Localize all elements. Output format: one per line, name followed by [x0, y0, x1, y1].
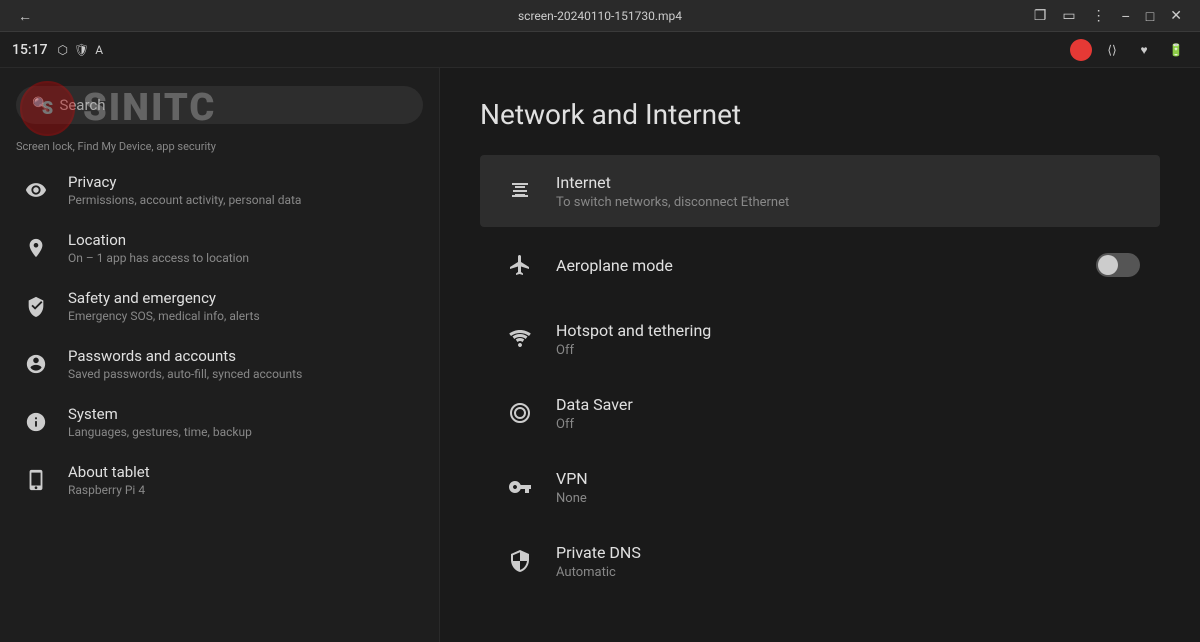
safety-icon	[20, 290, 52, 322]
safety-title: Safety and emergency	[68, 289, 260, 307]
aeroplane-icon	[500, 245, 540, 285]
window-bar-left: ←	[12, 6, 38, 26]
more-button[interactable]: ⋮	[1086, 5, 1112, 26]
datasaver-title: Data Saver	[556, 395, 1140, 414]
datasaver-icon	[500, 393, 540, 433]
sidebar-item-about[interactable]: About tablet Raspberry Pi 4	[0, 451, 439, 509]
passwords-title: Passwords and accounts	[68, 347, 302, 365]
aeroplane-title: Aeroplane mode	[556, 256, 1096, 275]
location-icon	[20, 232, 52, 264]
search-hint: Screen lock, Find My Device, app securit…	[0, 140, 439, 161]
close-button[interactable]: ✕	[1164, 5, 1188, 26]
passwords-subtitle: Saved passwords, auto-fill, synced accou…	[68, 367, 302, 381]
wifi-icon: ♥	[1132, 38, 1156, 62]
hotspot-icon	[500, 319, 540, 359]
privacy-title: Privacy	[68, 173, 301, 191]
hotspot-subtitle: Off	[556, 343, 1140, 358]
sidebar-item-privacy[interactable]: Privacy Permissions, account activity, p…	[0, 161, 439, 219]
system-text: System Languages, gestures, time, backup	[68, 405, 252, 439]
location-subtitle: On – 1 app has access to location	[68, 251, 249, 265]
a-icon: A	[95, 43, 103, 57]
aeroplane-toggle[interactable]	[1096, 253, 1140, 277]
search-placeholder: Search	[59, 96, 105, 114]
about-icon	[20, 464, 52, 496]
sidebar-item-passwords[interactable]: Passwords and accounts Saved passwords, …	[0, 335, 439, 393]
aeroplane-toggle-container	[1096, 253, 1140, 277]
privateDNS-icon	[500, 541, 540, 581]
restore-button[interactable]: □	[1140, 6, 1160, 26]
system-title: System	[68, 405, 252, 423]
content-item-vpn[interactable]: VPN None	[480, 451, 1160, 523]
datasaver-text: Data Saver Off	[556, 395, 1140, 432]
safety-text: Safety and emergency Emergency SOS, medi…	[68, 289, 260, 323]
content-item-privateDNS[interactable]: Private DNS Automatic	[480, 525, 1160, 597]
monitor-button[interactable]: ▭	[1056, 5, 1081, 26]
window-bar: ← screen-20240110-151730.mp4 ❐ ▭ ⋮ − □ ✕	[0, 0, 1200, 32]
content-item-internet[interactable]: Internet To switch networks, disconnect …	[480, 155, 1160, 227]
internet-icon	[500, 171, 540, 211]
app-layout: 🔍 Search Screen lock, Find My Device, ap…	[0, 68, 1200, 642]
broadcast-icon: ⟨⟩	[1100, 38, 1124, 62]
back-button[interactable]: ←	[12, 6, 38, 26]
page-title: Network and Internet	[480, 98, 1160, 131]
aeroplane-text: Aeroplane mode	[556, 256, 1096, 275]
about-text: About tablet Raspberry Pi 4	[68, 463, 150, 497]
sidebar-item-system[interactable]: System Languages, gestures, time, backup	[0, 393, 439, 451]
privateDNS-subtitle: Automatic	[556, 565, 1140, 580]
status-time: 15:17	[12, 42, 48, 58]
content-area: Network and Internet Internet To switch …	[440, 68, 1200, 642]
battery-icon: 🔋	[1164, 38, 1188, 62]
about-title: About tablet	[68, 463, 150, 481]
sidebar-item-location[interactable]: Location On – 1 app has access to locati…	[0, 219, 439, 277]
vpn-icon	[500, 467, 540, 507]
passwords-icon	[20, 348, 52, 380]
privacy-subtitle: Permissions, account activity, personal …	[68, 193, 301, 207]
shield-icon: 🛡	[74, 43, 89, 57]
hotspot-text: Hotspot and tethering Off	[556, 321, 1140, 358]
record-indicator	[1070, 39, 1092, 61]
hotspot-title: Hotspot and tethering	[556, 321, 1140, 340]
privateDNS-text: Private DNS Automatic	[556, 543, 1140, 580]
content-item-datasaver[interactable]: Data Saver Off	[480, 377, 1160, 449]
aeroplane-toggle-knob	[1098, 255, 1118, 275]
status-bar: 15:17 ⬡ 🛡 A ⟨⟩ ♥ 🔋	[0, 32, 1200, 68]
passwords-text: Passwords and accounts Saved passwords, …	[68, 347, 302, 381]
sidebar: 🔍 Search Screen lock, Find My Device, ap…	[0, 68, 440, 642]
privateDNS-title: Private DNS	[556, 543, 1140, 562]
usb-icon: ⬡	[58, 43, 68, 57]
system-subtitle: Languages, gestures, time, backup	[68, 425, 252, 439]
location-text: Location On – 1 app has access to locati…	[68, 231, 249, 265]
location-title: Location	[68, 231, 249, 249]
privacy-icon	[20, 174, 52, 206]
safety-subtitle: Emergency SOS, medical info, alerts	[68, 309, 260, 323]
expand-button[interactable]: ❐	[1028, 5, 1053, 26]
vpn-title: VPN	[556, 469, 1140, 488]
vpn-text: VPN None	[556, 469, 1140, 506]
system-icon	[20, 406, 52, 438]
status-icons: ⬡ 🛡 A	[58, 43, 104, 57]
search-icon: 🔍	[32, 97, 49, 113]
vpn-subtitle: None	[556, 491, 1140, 506]
internet-text: Internet To switch networks, disconnect …	[556, 173, 1140, 210]
right-status-icons: ⟨⟩ ♥ 🔋	[1070, 38, 1188, 62]
content-item-hotspot[interactable]: Hotspot and tethering Off	[480, 303, 1160, 375]
content-item-aeroplane[interactable]: Aeroplane mode	[480, 229, 1160, 301]
window-controls: ❐ ▭ ⋮ − □ ✕	[1028, 5, 1188, 26]
window-title: screen-20240110-151730.mp4	[518, 9, 682, 23]
sidebar-item-safety[interactable]: Safety and emergency Emergency SOS, medi…	[0, 277, 439, 335]
datasaver-subtitle: Off	[556, 417, 1140, 432]
internet-subtitle: To switch networks, disconnect Ethernet	[556, 195, 1140, 210]
internet-title: Internet	[556, 173, 1140, 192]
minimize-button[interactable]: −	[1116, 6, 1136, 26]
search-bar[interactable]: 🔍 Search	[16, 86, 423, 124]
about-subtitle: Raspberry Pi 4	[68, 483, 150, 497]
privacy-text: Privacy Permissions, account activity, p…	[68, 173, 301, 207]
